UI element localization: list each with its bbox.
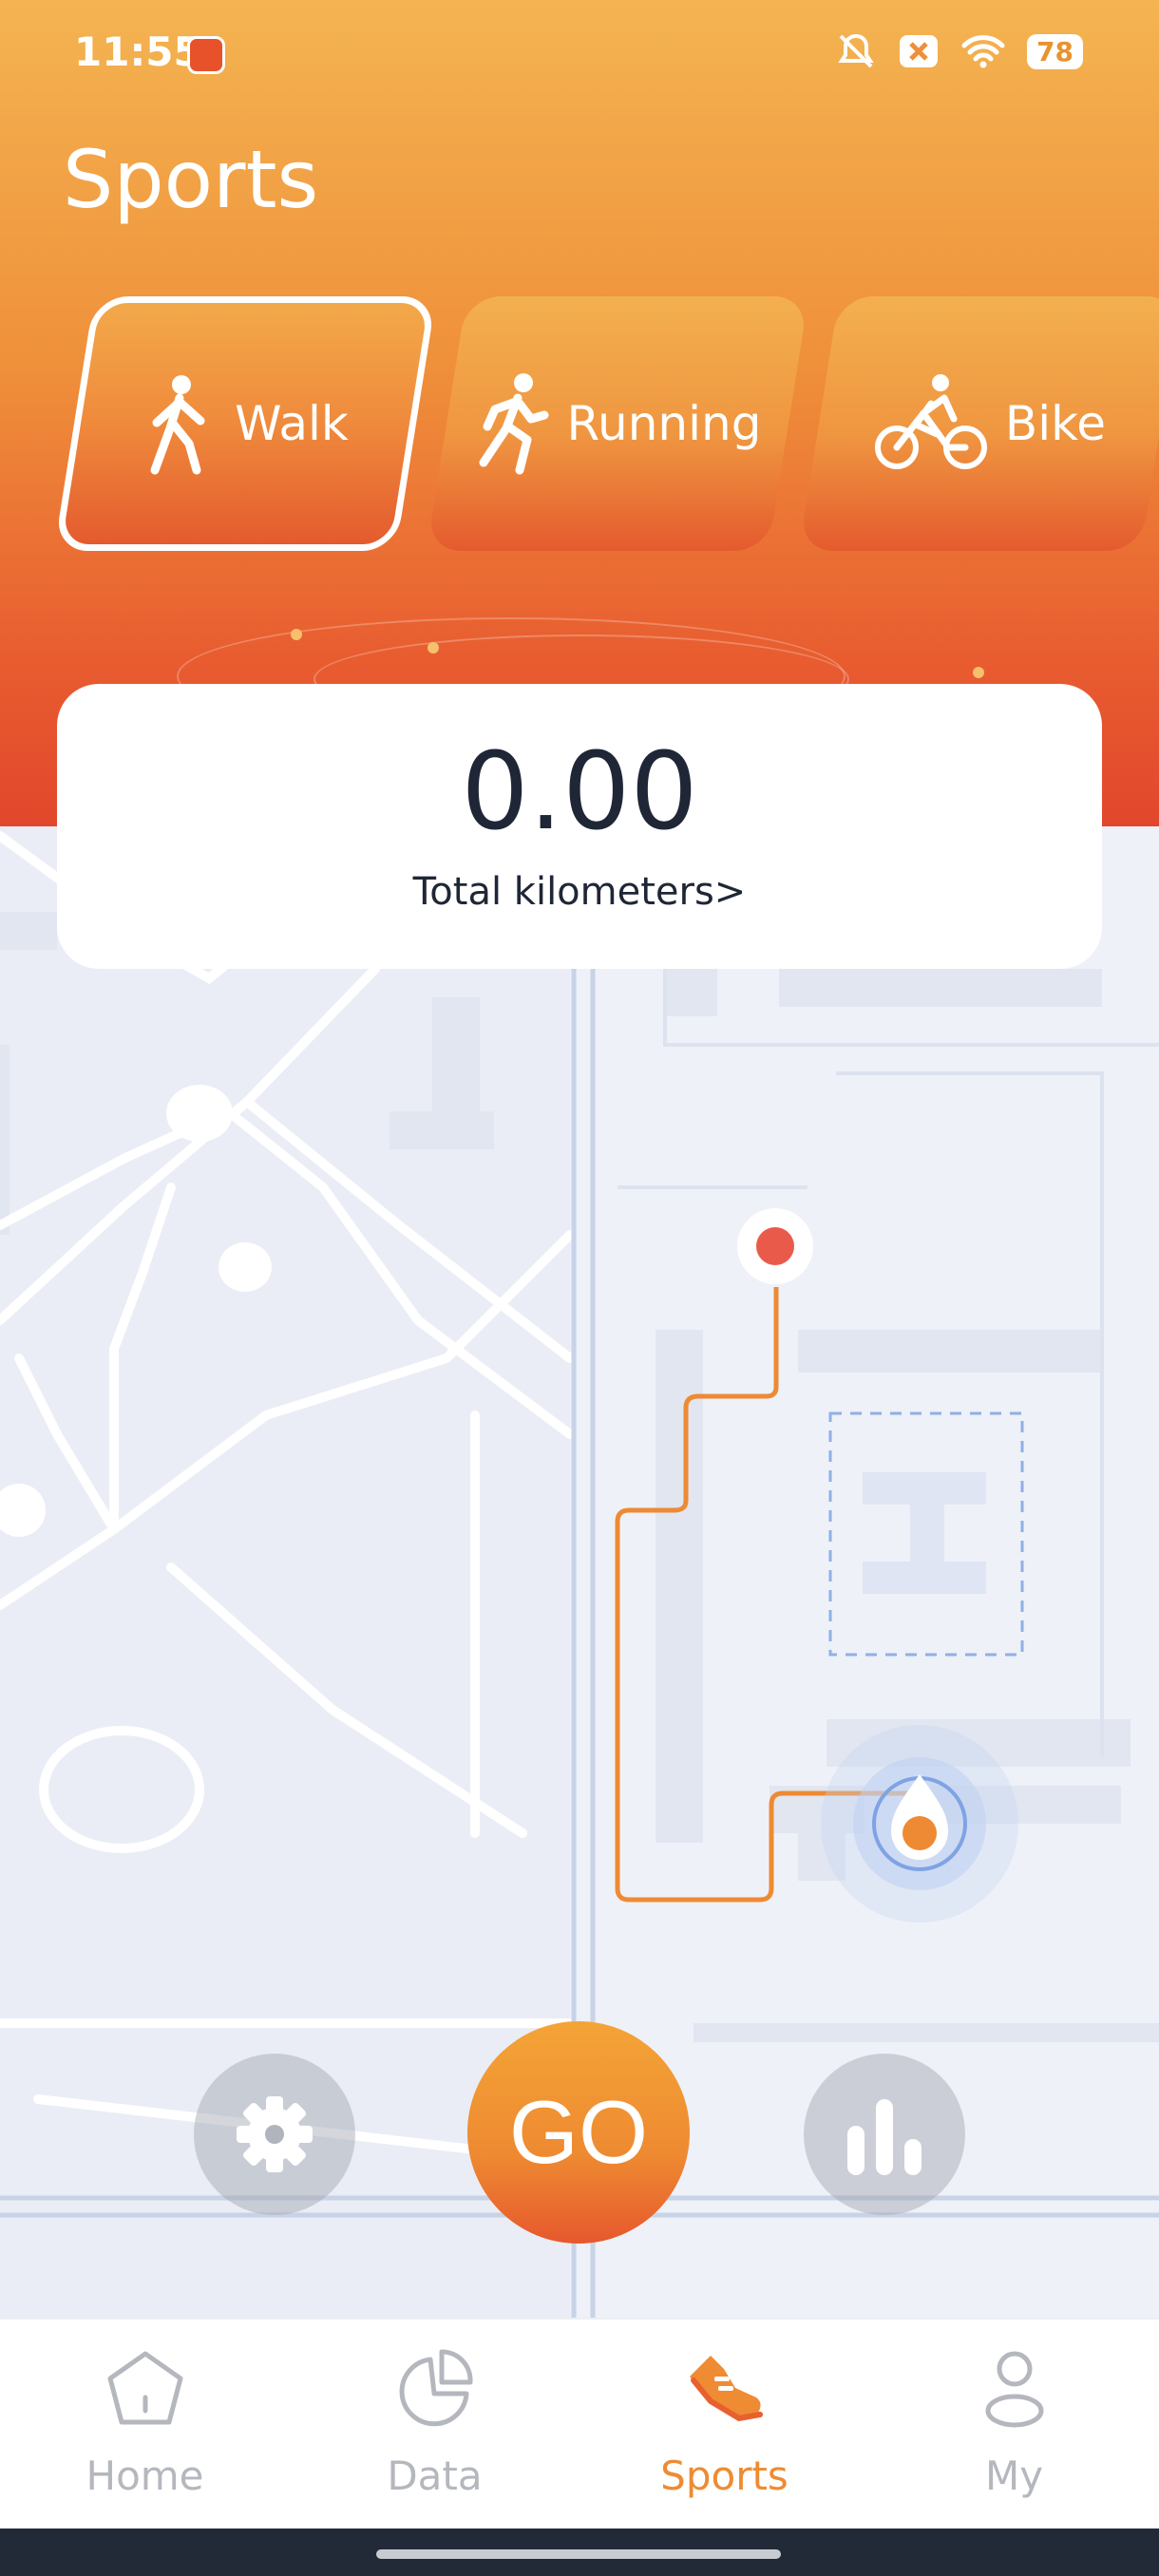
sneaker-icon — [689, 2356, 763, 2422]
nav-item-data[interactable]: Data — [290, 2320, 580, 2530]
silent-icon — [838, 33, 874, 68]
total-kilometers-card[interactable]: 0.00 Total kilometers> — [57, 684, 1102, 969]
walk-icon — [150, 375, 205, 475]
x-box-icon — [900, 35, 939, 67]
settings-icon — [237, 2096, 313, 2172]
app-notification-icon — [187, 36, 225, 74]
nav-label-data: Data — [387, 2453, 483, 2499]
nav-label-home: Home — [86, 2453, 204, 2499]
decor-dot — [428, 642, 439, 653]
pie-chart-icon — [399, 2349, 473, 2427]
home-gesture-handle[interactable] — [376, 2549, 781, 2559]
page-title: Sports — [63, 133, 319, 226]
total-kilometers-label[interactable]: Total kilometers> — [57, 870, 1102, 914]
mode-label-walk: Walk — [235, 396, 349, 451]
mode-label-running: Running — [566, 396, 762, 451]
home-icon — [107, 2351, 182, 2425]
nav-label-my: My — [984, 2453, 1044, 2499]
nav-label-sports: Sports — [660, 2453, 788, 2499]
system-navigation-bar — [0, 2529, 1159, 2576]
stats-icon — [847, 2099, 922, 2175]
go-button[interactable]: GO — [467, 2021, 690, 2244]
decor-dot — [291, 629, 302, 640]
mode-label-bike: Bike — [1004, 396, 1107, 451]
decor-dot — [973, 667, 984, 678]
mode-card-running[interactable]: Running — [426, 296, 809, 551]
person-icon — [985, 2351, 1043, 2428]
nav-item-sports[interactable]: Sports — [580, 2320, 869, 2530]
bike-icon — [874, 374, 987, 469]
settings-button[interactable] — [194, 2054, 355, 2215]
status-bar: 11:55 78 — [0, 0, 1159, 110]
status-time: 11:55 — [74, 28, 201, 75]
nav-item-home[interactable]: Home — [0, 2320, 290, 2530]
wifi-icon — [961, 35, 1005, 68]
nav-item-my[interactable]: My — [869, 2320, 1159, 2530]
running-icon — [479, 373, 549, 475]
stats-button[interactable] — [804, 2054, 965, 2215]
battery-indicator: 78 — [1027, 33, 1083, 69]
total-kilometers-value: 0.00 — [461, 730, 698, 854]
bottom-navigation: Home Data Sports My — [0, 2318, 1159, 2530]
status-icons: 78 — [835, 32, 1083, 70]
mode-card-walk[interactable]: Walk — [53, 296, 437, 551]
mode-card-bike[interactable]: Bike — [798, 296, 1159, 551]
